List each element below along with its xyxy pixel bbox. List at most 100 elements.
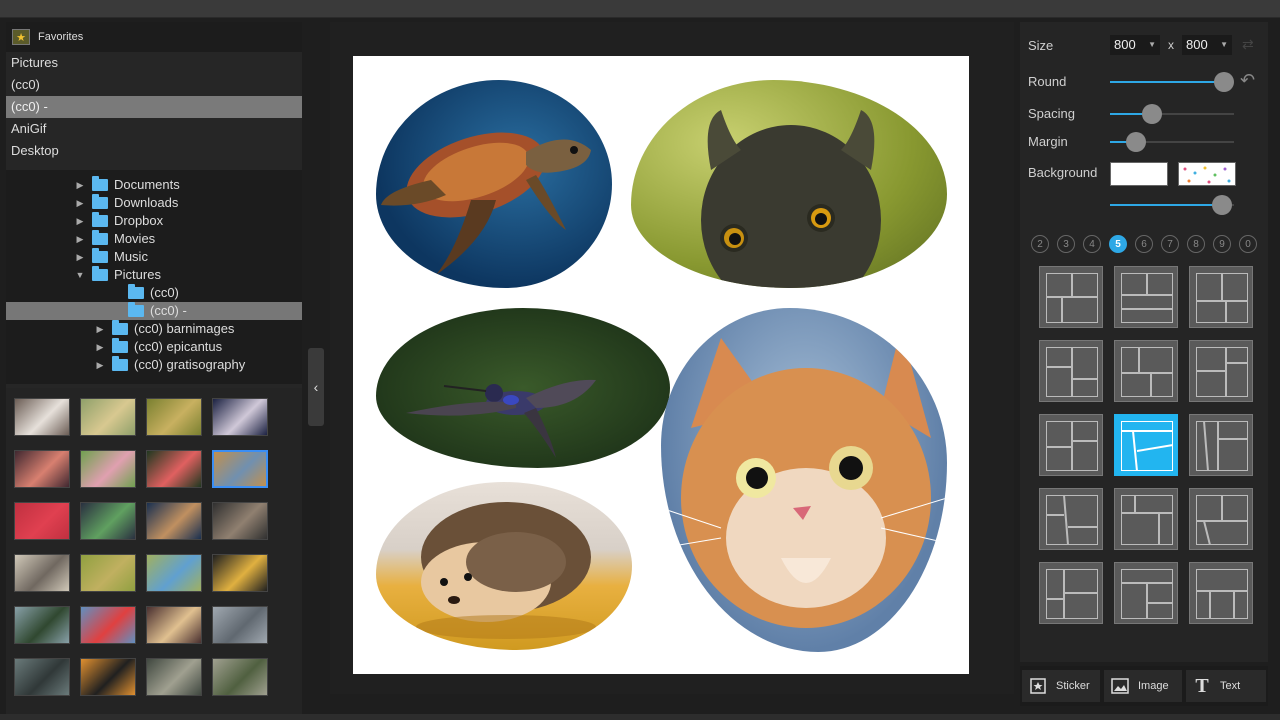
sticker-icon [1028, 677, 1048, 695]
tree-item-label: Dropbox [114, 213, 164, 228]
tree-item[interactable]: ▶ Movies [74, 230, 155, 248]
photo-thumbnail[interactable] [80, 658, 136, 696]
collapse-arrow-icon[interactable]: ▶ [94, 356, 106, 374]
photo-thumbnail[interactable] [14, 450, 70, 488]
layout-option[interactable] [1189, 562, 1253, 624]
collapse-arrow-icon[interactable]: ▶ [74, 248, 86, 266]
collage-cell-hedgehog[interactable] [376, 482, 632, 650]
layout-preview-icon [1046, 495, 1098, 545]
star-icon: ★ [12, 29, 30, 45]
collage-cell-cat[interactable] [661, 308, 947, 652]
tree-item[interactable]: ▶ Downloads [74, 194, 178, 212]
layout-preview-icon [1046, 273, 1098, 323]
collapse-arrow-icon[interactable]: ▶ [74, 176, 86, 194]
collage-canvas[interactable] [353, 56, 969, 674]
layout-option[interactable] [1189, 266, 1253, 328]
layout-option[interactable] [1114, 488, 1178, 550]
favorite-item[interactable]: Desktop [6, 140, 302, 162]
tree-item[interactable]: ▶ Documents [74, 176, 180, 194]
folder-icon [128, 302, 144, 317]
layout-option[interactable] [1039, 414, 1103, 476]
layout-option[interactable] [1039, 340, 1103, 402]
layout-preview-icon [1046, 569, 1098, 619]
photo-thumbnail[interactable] [146, 502, 202, 540]
photo-thumbnail[interactable] [212, 450, 268, 488]
tree-item-label: (cc0) gratisography [134, 357, 246, 372]
layout-option[interactable] [1189, 488, 1253, 550]
layout-preview-icon [1196, 273, 1248, 323]
layout-option[interactable] [1189, 340, 1253, 402]
sticker-button[interactable]: Sticker [1022, 670, 1100, 702]
layout-option[interactable] [1189, 414, 1253, 476]
layout-option[interactable] [1039, 488, 1103, 550]
tree-item[interactable]: ▶ (cc0) gratisography [94, 356, 245, 374]
collapse-arrow-icon[interactable]: ▶ [74, 230, 86, 248]
photo-thumbnail[interactable] [212, 554, 268, 592]
layout-preview-icon [1196, 421, 1248, 471]
photo-thumbnail[interactable] [212, 398, 268, 436]
folder-icon [92, 230, 108, 245]
text-button[interactable]: T Text [1186, 670, 1266, 702]
tree-item-label: (cc0) barnimages [134, 321, 235, 336]
folder-icon [112, 338, 128, 353]
photo-thumbnail[interactable] [146, 398, 202, 436]
photo-thumbnail[interactable] [80, 450, 136, 488]
photo-thumbnail[interactable] [146, 554, 202, 592]
photo-thumbnail[interactable] [14, 658, 70, 696]
layout-option[interactable] [1114, 414, 1178, 476]
chevron-left-icon: ‹ [313, 379, 319, 395]
expand-arrow-icon[interactable]: ▼ [74, 266, 86, 284]
layout-option[interactable] [1114, 562, 1178, 624]
favorite-item[interactable]: Pictures [6, 52, 302, 74]
collage-cell-hummingbird[interactable] [376, 308, 670, 468]
photo-thumbnail[interactable] [14, 606, 70, 644]
tree-item[interactable]: (cc0) - [6, 302, 302, 320]
folder-icon [128, 284, 144, 299]
photo-thumbnail[interactable] [212, 658, 268, 696]
favorite-item[interactable]: AniGif [6, 118, 302, 140]
folder-tree: ▶ Documents ▶ Downloads ▶ Dropbox ▶ Movies ▶ Musi… [6, 170, 302, 384]
collapse-arrow-icon[interactable]: ▶ [74, 194, 86, 212]
collapse-arrow-icon[interactable]: ▶ [94, 320, 106, 338]
layout-option[interactable] [1114, 266, 1178, 328]
tree-item[interactable]: ▶ (cc0) epicantus [94, 338, 222, 356]
layout-option[interactable] [1039, 266, 1103, 328]
collapse-arrow-icon[interactable]: ▶ [74, 212, 86, 230]
favorite-item[interactable]: (cc0) - [6, 96, 302, 118]
image-button[interactable]: Image [1104, 670, 1182, 702]
folder-icon [92, 266, 108, 281]
tree-item[interactable]: ▶ (cc0) barnimages [94, 320, 234, 338]
photo-thumbnail[interactable] [80, 398, 136, 436]
photo-thumbnail[interactable] [80, 502, 136, 540]
collapse-panel-button[interactable]: ‹ [308, 348, 324, 426]
tree-item-label: (cc0) epicantus [134, 339, 223, 354]
tree-item[interactable]: ▶ Dropbox [74, 212, 163, 230]
layout-option[interactable] [1114, 340, 1178, 402]
photo-thumbnail[interactable] [14, 398, 70, 436]
collage-cell-sea-turtle[interactable] [376, 80, 612, 288]
photo-thumbnail[interactable] [14, 502, 70, 540]
photo-thumbnail[interactable] [146, 450, 202, 488]
photo-thumbnail[interactable] [80, 606, 136, 644]
settings-panel: Size 800 ▼ x 800 ▼ ⇄ Round ↶ Spacing Margi… [1020, 22, 1268, 662]
collage-cell-owl[interactable] [631, 80, 947, 288]
layout-option[interactable] [1039, 562, 1103, 624]
favorite-item[interactable]: (cc0) [6, 74, 302, 96]
status-bar [0, 714, 1280, 720]
photo-thumbnail[interactable] [80, 554, 136, 592]
text-icon: T [1195, 674, 1209, 697]
tree-item[interactable]: ▼ Pictures [74, 266, 161, 284]
folder-icon [92, 248, 108, 263]
photo-thumbnail[interactable] [212, 502, 268, 540]
image-icon [1110, 677, 1130, 695]
layout-preview-icon [1121, 569, 1173, 619]
photo-thumbnail[interactable] [14, 554, 70, 592]
tree-item[interactable]: (cc0) [110, 284, 179, 302]
folder-icon [112, 356, 128, 371]
tree-item-label: (cc0) [150, 285, 179, 300]
collapse-arrow-icon[interactable]: ▶ [94, 338, 106, 356]
tree-item[interactable]: ▶ Music [74, 248, 148, 266]
photo-thumbnail[interactable] [146, 606, 202, 644]
photo-thumbnail[interactable] [212, 606, 268, 644]
photo-thumbnail[interactable] [146, 658, 202, 696]
